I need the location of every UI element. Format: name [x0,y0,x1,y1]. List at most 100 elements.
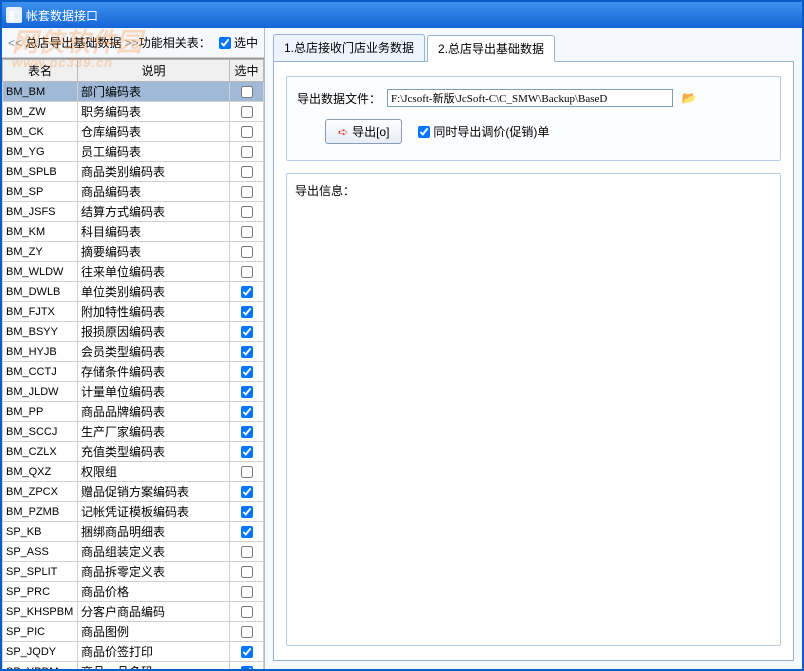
col-name[interactable]: 表名 [3,60,78,82]
row-checkbox[interactable] [241,186,253,198]
cell-chk[interactable] [230,382,264,402]
row-checkbox[interactable] [241,246,253,258]
row-checkbox[interactable] [241,166,253,178]
cell-chk[interactable] [230,322,264,342]
row-checkbox[interactable] [241,126,253,138]
table-row[interactable]: BM_SP商品编码表 [3,182,264,202]
cell-chk[interactable] [230,242,264,262]
row-checkbox[interactable] [241,366,253,378]
cell-chk[interactable] [230,502,264,522]
table-row[interactable]: BM_FJTX附加特性编码表 [3,302,264,322]
browse-folder-icon[interactable]: 📂 [679,89,699,107]
table-scroll[interactable]: 表名 说明 选中 BM_BM部门编码表BM_ZW职务编码表BM_CK仓库编码表B… [2,58,264,669]
select-all[interactable]: 选中 [219,34,258,51]
row-checkbox[interactable] [241,486,253,498]
table-row[interactable]: SP_PRC商品价格 [3,582,264,602]
table-row[interactable]: BM_HYJB会员类型编码表 [3,342,264,362]
export-button[interactable]: ➪ 导出[o] [325,119,402,144]
cell-chk[interactable] [230,422,264,442]
row-checkbox[interactable] [241,406,253,418]
cell-chk[interactable] [230,122,264,142]
cell-chk[interactable] [230,602,264,622]
row-checkbox[interactable] [241,666,253,669]
table-row[interactable]: BM_ZPCX赠品促销方案编码表 [3,482,264,502]
cell-chk[interactable] [230,282,264,302]
table-row[interactable]: BM_PZMB记帐凭证模板编码表 [3,502,264,522]
table-row[interactable]: BM_ZW职务编码表 [3,102,264,122]
table-row[interactable]: SP_PIC商品图例 [3,622,264,642]
table-row[interactable]: BM_JLDW计量单位编码表 [3,382,264,402]
tab-export[interactable]: 2.总店导出基础数据 [427,35,555,62]
table-row[interactable]: SP_YPDM商品一品多码 [3,662,264,670]
row-checkbox[interactable] [241,326,253,338]
cell-chk[interactable] [230,302,264,322]
row-checkbox[interactable] [241,306,253,318]
row-checkbox[interactable] [241,646,253,658]
table-row[interactable]: BM_CCTJ存储条件编码表 [3,362,264,382]
table-row[interactable]: SP_SPLIT商品拆零定义表 [3,562,264,582]
row-checkbox[interactable] [241,606,253,618]
row-checkbox[interactable] [241,586,253,598]
row-checkbox[interactable] [241,346,253,358]
table-row[interactable]: BM_YG员工编码表 [3,142,264,162]
table-row[interactable]: BM_CZLX充值类型编码表 [3,442,264,462]
col-chk[interactable]: 选中 [230,60,264,82]
export-path-input[interactable] [387,89,673,107]
table-row[interactable]: SP_KHSPBM分客户商品编码 [3,602,264,622]
row-checkbox[interactable] [241,566,253,578]
cell-chk[interactable] [230,622,264,642]
cell-chk[interactable] [230,542,264,562]
cell-chk[interactable] [230,142,264,162]
table-row[interactable]: BM_CK仓库编码表 [3,122,264,142]
table-row[interactable]: BM_KM科目编码表 [3,222,264,242]
row-checkbox[interactable] [241,466,253,478]
table-row[interactable]: BM_PP商品品牌编码表 [3,402,264,422]
cell-chk[interactable] [230,182,264,202]
cell-chk[interactable] [230,582,264,602]
row-checkbox[interactable] [241,226,253,238]
table-row[interactable]: BM_JSFS结算方式编码表 [3,202,264,222]
table-row[interactable]: BM_SPLB商品类别编码表 [3,162,264,182]
sync-price-checkbox[interactable] [418,126,430,138]
row-checkbox[interactable] [241,106,253,118]
table-row[interactable]: BM_DWLB单位类别编码表 [3,282,264,302]
row-checkbox[interactable] [241,526,253,538]
sync-price-option[interactable]: 同时导出调价(促销)单 [418,123,549,140]
row-checkbox[interactable] [241,626,253,638]
cell-chk[interactable] [230,162,264,182]
table-row[interactable]: SP_JQDY商品价签打印 [3,642,264,662]
row-checkbox[interactable] [241,286,253,298]
cell-chk[interactable] [230,82,264,102]
cell-chk[interactable] [230,222,264,242]
table-row[interactable]: BM_ZY摘要编码表 [3,242,264,262]
cell-chk[interactable] [230,342,264,362]
row-checkbox[interactable] [241,146,253,158]
row-checkbox[interactable] [241,446,253,458]
table-row[interactable]: SP_ASS商品组装定义表 [3,542,264,562]
cell-chk[interactable] [230,262,264,282]
table-row[interactable]: BM_QXZ权限组 [3,462,264,482]
cell-chk[interactable] [230,362,264,382]
table-row[interactable]: BM_SCCJ生产厂家编码表 [3,422,264,442]
row-checkbox[interactable] [241,546,253,558]
table-row[interactable]: BM_BM部门编码表 [3,82,264,102]
row-checkbox[interactable] [241,266,253,278]
cell-chk[interactable] [230,202,264,222]
cell-chk[interactable] [230,102,264,122]
cell-chk[interactable] [230,442,264,462]
table-row[interactable]: SP_KB捆绑商品明细表 [3,522,264,542]
cell-chk[interactable] [230,462,264,482]
tab-receive[interactable]: 1.总店接收门店业务数据 [273,34,425,61]
cell-chk[interactable] [230,482,264,502]
select-all-checkbox[interactable] [219,37,231,49]
cell-chk[interactable] [230,522,264,542]
cell-chk[interactable] [230,562,264,582]
cell-chk[interactable] [230,642,264,662]
table-row[interactable]: BM_BSYY报损原因编码表 [3,322,264,342]
row-checkbox[interactable] [241,86,253,98]
row-checkbox[interactable] [241,206,253,218]
table-row[interactable]: BM_WLDW往来单位编码表 [3,262,264,282]
cell-chk[interactable] [230,662,264,670]
row-checkbox[interactable] [241,426,253,438]
cell-chk[interactable] [230,402,264,422]
